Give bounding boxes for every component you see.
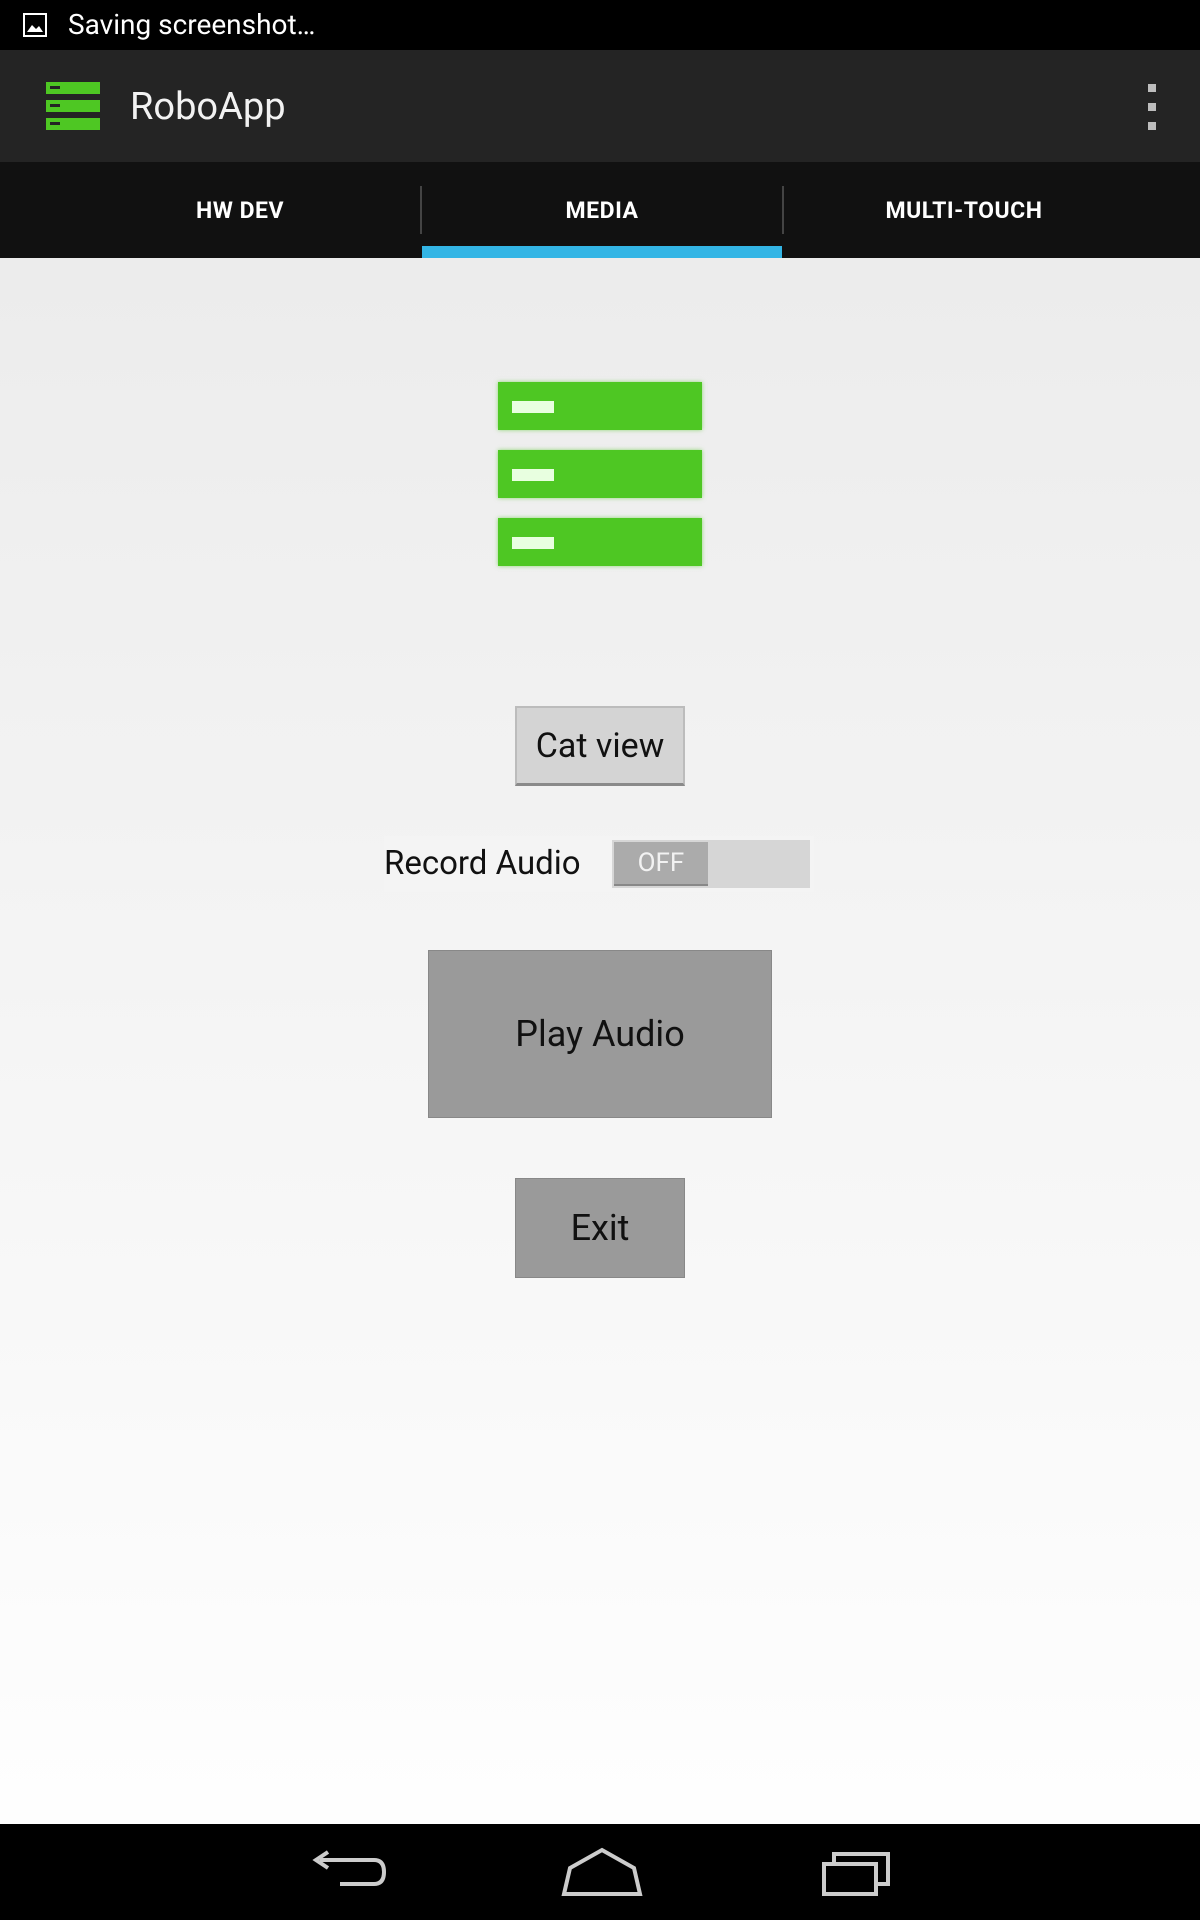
logo-bar (498, 382, 702, 430)
navigation-bar (0, 1824, 1200, 1920)
tab-media[interactable]: MEDIA (422, 162, 782, 258)
overflow-dot (1148, 122, 1156, 130)
action-bar: RoboApp (0, 50, 1200, 162)
record-audio-row: Record Audio OFF (384, 836, 814, 892)
tab-bar: HW DEV MEDIA MULTI-TOUCH (0, 162, 1200, 258)
image-icon (23, 13, 47, 37)
logo-notch (512, 537, 554, 549)
tab-hw-dev[interactable]: HW DEV (60, 162, 420, 258)
overflow-menu-icon[interactable] (1144, 84, 1160, 130)
media-content: Cat view Record Audio OFF Play Audio Exi… (0, 258, 1200, 1824)
overflow-dot (1148, 103, 1156, 111)
status-notification-text: Saving screenshot… (68, 8, 316, 41)
recents-icon[interactable] (820, 1846, 894, 1898)
status-bar: Saving screenshot… (0, 0, 1200, 50)
logo-bar (498, 450, 702, 498)
app-logo-icon (46, 82, 100, 130)
exit-button[interactable]: Exit (515, 1178, 685, 1278)
record-audio-label: Record Audio (384, 844, 581, 883)
back-icon[interactable] (306, 1846, 392, 1898)
logo-notch (512, 401, 554, 413)
play-audio-button[interactable]: Play Audio (428, 950, 772, 1118)
record-audio-toggle[interactable]: OFF (612, 840, 810, 888)
toggle-state-label: OFF (614, 842, 708, 886)
logo-bar (498, 518, 702, 566)
selected-tab-indicator (422, 246, 782, 258)
cat-view-button[interactable]: Cat view (515, 706, 685, 786)
home-icon[interactable] (560, 1846, 644, 1898)
app-title: RoboApp (130, 85, 286, 129)
logo-notch (512, 469, 554, 481)
tab-multi-touch[interactable]: MULTI-TOUCH (784, 162, 1144, 258)
robo-logo-icon (498, 382, 702, 574)
overflow-dot (1148, 84, 1156, 92)
